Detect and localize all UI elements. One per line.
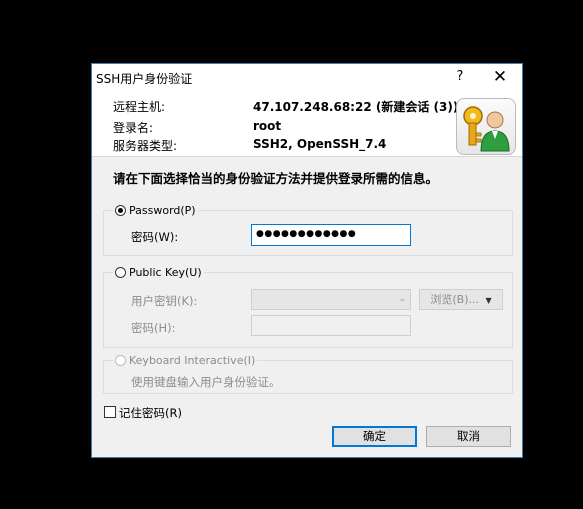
passphrase-label: 密码(H): [131,321,176,335]
password-field-label: 密码(W): [131,230,179,244]
publickey-group [103,272,513,348]
help-button[interactable]: ? [450,67,470,87]
ok-button[interactable]: 确定 [332,426,417,447]
remote-host-label: 远程主机: [113,100,166,114]
remember-password-checkbox[interactable] [104,406,116,418]
password-radio[interactable] [115,205,126,216]
title-bar: SSH用户身份验证 ? ✕ [92,64,522,91]
remote-host-value: 47.107.248.68:22 (新建会话 (3)) [253,100,459,114]
keyboard-interactive-option[interactable]: Keyboard Interactive(I) [113,354,258,367]
close-button[interactable]: ✕ [488,67,512,87]
instruction-text: 请在下面选择恰当的身份验证方法并提供登录所需的信息。 [113,171,439,186]
browse-button-label: 浏览(B)... [430,293,479,306]
password-masked-value: ●●●●●●●●●●●● [256,229,357,239]
server-type-label: 服务器类型: [113,139,178,153]
password-option-label: Password(P) [129,204,196,217]
browse-button[interactable]: 浏览(B)... ▼ [419,289,503,310]
chevron-down-icon: ⌄ [398,294,406,304]
passphrase-input[interactable] [251,315,411,336]
ok-button-label: 确定 [363,429,386,443]
keys-user-icon [456,98,516,155]
password-input[interactable]: ●●●●●●●●●●●● [251,224,411,246]
publickey-option-label: Public Key(U) [129,266,202,279]
login-name-label: 登录名: [113,121,154,135]
publickey-option[interactable]: Public Key(U) [113,266,204,279]
user-key-select[interactable]: ⌄ [251,289,411,310]
ssh-auth-dialog: SSH用户身份验证 ? ✕ 远程主机: 47.107.248.68:22 (新建… [91,63,523,458]
dialog-title: SSH用户身份验证 [96,72,193,86]
server-type-value: SSH2, OpenSSH_7.4 [253,137,387,151]
dropdown-arrow-icon: ▼ [485,296,492,305]
cancel-button[interactable]: 取消 [426,426,511,447]
connection-info-header: 远程主机: 47.107.248.68:22 (新建会话 (3)) 登录名: r… [92,91,522,157]
login-name-value: root [253,119,282,133]
keyboard-interactive-radio[interactable] [115,355,126,366]
remember-password-label: 记住密码(R) [119,406,182,420]
password-option[interactable]: Password(P) [113,204,198,217]
cancel-button-label: 取消 [457,429,480,443]
keyboard-interactive-label: Keyboard Interactive(I) [129,354,256,367]
user-key-label: 用户密钥(K): [131,294,198,308]
publickey-radio[interactable] [115,267,126,278]
keyboard-interactive-description: 使用键盘输入用户身份验证。 [131,375,281,389]
